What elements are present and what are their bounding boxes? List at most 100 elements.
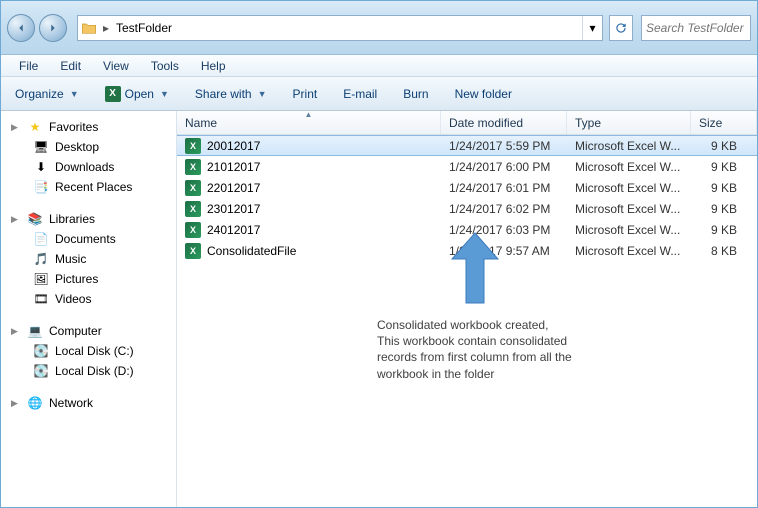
column-size[interactable]: Size [691, 111, 757, 134]
organize-button[interactable]: Organize▼ [9, 84, 85, 104]
chevron-down-icon: ▼ [160, 89, 169, 99]
file-name: 20012017 [207, 139, 260, 153]
sidebar-item-recent[interactable]: 📑Recent Places [1, 177, 176, 197]
chevron-down-icon: ▼ [258, 89, 267, 99]
search-box[interactable] [641, 15, 751, 41]
tree-toggle-icon[interactable]: ▶ [11, 122, 21, 133]
file-size: 9 KB [691, 160, 757, 174]
tree-toggle-icon[interactable]: ▶ [11, 326, 21, 337]
file-type: Microsoft Excel W... [567, 181, 691, 195]
breadcrumb-segment[interactable]: TestFolder [112, 16, 176, 40]
file-name: 21012017 [207, 160, 260, 174]
title-bar: ▸ TestFolder ▾ [1, 1, 757, 55]
file-date: 1/24/2017 6:02 PM [441, 202, 567, 216]
file-size: 9 KB [691, 223, 757, 237]
explorer-window: ▸ TestFolder ▾ File Edit View Tools Help… [0, 0, 758, 508]
share-button[interactable]: Share with▼ [189, 84, 273, 104]
sidebar-item-label: Local Disk (D:) [55, 364, 134, 378]
toolbar: Organize▼ XOpen▼ Share with▼ Print E-mai… [1, 77, 757, 111]
sidebar-item-pictures[interactable]: 🖼Pictures [1, 269, 176, 289]
sidebar-item-downloads[interactable]: ⬇ Downloads [1, 157, 176, 177]
sidebar-item-documents[interactable]: 📄Documents [1, 229, 176, 249]
recent-icon: 📑 [33, 179, 49, 195]
column-label: Name [185, 116, 217, 130]
sidebar-item-desktop[interactable]: 🖥 Desktop [1, 137, 176, 157]
nav-forward-button[interactable] [39, 14, 67, 42]
burn-button[interactable]: Burn [397, 84, 434, 104]
annotation-arrow-icon [450, 231, 500, 311]
open-button[interactable]: XOpen▼ [99, 83, 175, 105]
file-row[interactable]: 210120171/24/2017 6:00 PMMicrosoft Excel… [177, 156, 757, 177]
tree-toggle-icon[interactable]: ▶ [11, 214, 21, 225]
file-date: 1/24/2017 5:59 PM [441, 139, 567, 153]
file-type: Microsoft Excel W... [567, 223, 691, 237]
menu-tools[interactable]: Tools [141, 57, 189, 75]
sidebar-item-music[interactable]: 🎵Music [1, 249, 176, 269]
tree-toggle-icon[interactable]: ▶ [11, 398, 21, 409]
sidebar-item-label: Documents [55, 232, 116, 246]
sidebar-item-label: Network [49, 396, 93, 410]
refresh-icon [614, 21, 628, 35]
menu-file[interactable]: File [9, 57, 48, 75]
disk-icon: 💽 [33, 343, 49, 359]
address-bar[interactable]: ▸ TestFolder ▾ [77, 15, 603, 41]
excel-file-icon [185, 180, 201, 196]
excel-file-icon [185, 138, 201, 154]
sidebar-item-label: Videos [55, 292, 91, 306]
nav-back-button[interactable] [7, 14, 35, 42]
folder-icon [78, 21, 100, 35]
sidebar-item-label: Downloads [55, 160, 114, 174]
menu-view[interactable]: View [93, 57, 139, 75]
sidebar-favorites[interactable]: ▶ ★ Favorites [1, 117, 176, 137]
downloads-icon: ⬇ [33, 159, 49, 175]
search-input[interactable] [646, 21, 746, 35]
file-size: 9 KB [691, 181, 757, 195]
chevron-down-icon: ▼ [70, 89, 79, 99]
sidebar-item-videos[interactable]: 🎞 Videos [1, 289, 176, 309]
excel-file-icon [185, 159, 201, 175]
menu-help[interactable]: Help [191, 57, 236, 75]
file-size: 8 KB [691, 244, 757, 258]
address-dropdown[interactable]: ▾ [582, 16, 602, 40]
print-button[interactable]: Print [287, 84, 324, 104]
email-button[interactable]: E-mail [337, 84, 383, 104]
sidebar-item-label: Pictures [55, 272, 98, 286]
file-size: 9 KB [691, 139, 757, 153]
sidebar-item-label: Favorites [49, 120, 98, 134]
arrow-left-icon [14, 21, 28, 35]
videos-icon: 🎞 [33, 291, 49, 307]
network-icon: 🌐 [27, 395, 43, 411]
column-label: Date modified [449, 116, 523, 130]
refresh-button[interactable] [609, 15, 633, 41]
sidebar-network[interactable]: ▶ 🌐 Network [1, 393, 176, 413]
sidebar-computer[interactable]: ▶ 💻 Computer [1, 321, 176, 341]
column-label: Type [575, 116, 601, 130]
file-row[interactable]: 23012017 1/24/2017 6:02 PMMicrosoft Excel… [177, 198, 757, 219]
file-row[interactable]: 220120171/24/2017 6:01 PMMicrosoft Excel… [177, 177, 757, 198]
sidebar-item-label: Libraries [49, 212, 95, 226]
file-name: 23012017 [207, 202, 260, 216]
navigation-pane[interactable]: ▶ ★ Favorites 🖥 Desktop ⬇ Downloads 📑Recen… [1, 111, 177, 507]
chevron-right-icon[interactable]: ▸ [100, 21, 112, 35]
sidebar-item-disk-c[interactable]: 💽 Local Disk (C:) [1, 341, 176, 361]
disk-icon: 💽 [33, 363, 49, 379]
sidebar-libraries[interactable]: ▶ 📚 Libraries [1, 209, 176, 229]
desktop-icon: 🖥 [33, 139, 49, 155]
sidebar-item-label: Desktop [55, 140, 99, 154]
menu-edit[interactable]: Edit [50, 57, 91, 75]
column-type[interactable]: Type [567, 111, 691, 134]
sidebar-item-label: Local Disk (C:) [55, 344, 134, 358]
file-date: 1/24/2017 6:01 PM [441, 181, 567, 195]
newfolder-button[interactable]: New folder [449, 84, 518, 104]
file-type: Microsoft Excel W... [567, 139, 691, 153]
file-type: Microsoft Excel W... [567, 202, 691, 216]
column-date[interactable]: Date modified [441, 111, 567, 134]
excel-file-icon [185, 222, 201, 238]
file-size: 9 KB [691, 202, 757, 216]
sidebar-item-label: Music [55, 252, 86, 266]
sidebar-item-disk-d[interactable]: 💽 Local Disk (D:) [1, 361, 176, 381]
column-name[interactable]: Name ▲ [177, 111, 441, 134]
libraries-icon: 📚 [27, 211, 43, 227]
file-type: Microsoft Excel W... [567, 160, 691, 174]
file-row[interactable]: 20012017 1/24/2017 5:59 PMMicrosoft Excel… [177, 135, 757, 156]
